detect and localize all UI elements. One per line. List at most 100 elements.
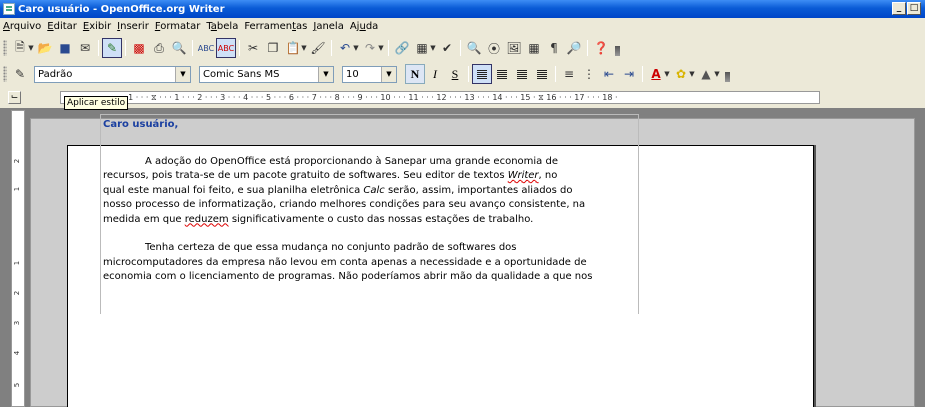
menu-inserir[interactable]: Inserir <box>117 21 154 32</box>
menu-ferramentas[interactable]: Ferramentas <box>244 21 312 32</box>
menu-editar[interactable]: Editar <box>47 21 82 32</box>
document-text[interactable]: Caro usuário, A adoção do OpenOffice est… <box>103 118 641 285</box>
align-right-icon <box>517 69 527 79</box>
toolbar-grip[interactable] <box>3 40 7 56</box>
menu-janela[interactable]: Janela <box>313 21 348 32</box>
copy-icon[interactable]: ❐ <box>263 38 283 58</box>
menu-label-pre: Ferramen <box>244 21 293 32</box>
menu-exibir[interactable]: Exibir <box>83 21 116 32</box>
print-preview-icon[interactable]: 🔍 <box>169 38 189 58</box>
chevron-down-icon[interactable]: ▼ <box>713 70 721 78</box>
italic-word: Calc <box>363 184 385 196</box>
gallery-icon[interactable]: 🖼 <box>504 38 524 58</box>
writer-app-icon[interactable] <box>3 3 15 15</box>
paragraph-style-select[interactable]: Padrão ▼ <box>34 65 191 83</box>
justify-button[interactable] <box>532 64 552 84</box>
formatting-marks-icon[interactable]: ¶ <box>544 38 564 58</box>
chevron-down-icon[interactable]: ▼ <box>688 70 696 78</box>
find-replace-icon[interactable]: 🔍 <box>464 38 484 58</box>
email-icon[interactable]: ✉ <box>75 38 95 58</box>
font-name-value: Comic Sans MS <box>203 68 280 80</box>
menu-label-post: da <box>365 21 379 32</box>
spellcheck-icon[interactable]: ABC <box>196 38 216 58</box>
save-icon[interactable]: ■ <box>55 38 75 58</box>
italic-button[interactable]: I <box>425 64 445 84</box>
align-center-button[interactable] <box>492 64 512 84</box>
menu-label-post: nserir <box>120 21 149 32</box>
window-title: Caro usuário - OpenOffice.org Writer <box>18 3 225 15</box>
window-controls: _ □ <box>892 2 921 15</box>
numbering-icon[interactable]: ≡ <box>559 64 579 84</box>
chevron-down-icon[interactable]: ▼ <box>352 44 360 52</box>
chevron-down-icon[interactable]: ▼ <box>318 66 333 82</box>
chevron-down-icon[interactable]: ▼ <box>27 44 35 52</box>
align-left-icon <box>477 69 487 79</box>
zoom-icon[interactable]: 🔎 <box>564 38 584 58</box>
misspelled-word[interactable]: reduzem <box>185 214 229 225</box>
horizontal-ruler[interactable]: · 1 · · · ⧖ · · · 1 · · · 2 · · · 3 · · … <box>60 91 820 104</box>
chevron-down-icon[interactable]: ▼ <box>377 44 385 52</box>
text-run: , no <box>538 170 558 181</box>
font-size-select[interactable]: 10 ▼ <box>342 65 397 83</box>
edit-mode-icon[interactable]: ✎ <box>102 38 122 58</box>
draw-functions-icon[interactable]: ✔ <box>437 38 457 58</box>
justify-icon <box>537 69 547 79</box>
help-icon[interactable]: ❓ <box>591 38 611 58</box>
misspelled-word[interactable]: Writer <box>508 170 539 181</box>
toolbar-separator <box>125 40 126 56</box>
maximize-button[interactable]: □ <box>907 2 921 15</box>
clone-formatting-icon[interactable]: 🖌 <box>308 38 328 58</box>
font-name-select[interactable]: Comic Sans MS ▼ <box>199 65 334 83</box>
vruler-number: 4 <box>13 350 22 356</box>
increase-indent-icon[interactable]: ⇥ <box>619 64 639 84</box>
toolbar-separator <box>642 66 643 82</box>
align-left-button[interactable] <box>472 64 492 84</box>
menu-label-post: as <box>296 21 308 32</box>
chevron-down-icon[interactable]: ▼ <box>381 66 396 82</box>
menu-arquivo[interactable]: Arquivo <box>3 21 46 32</box>
toolbar-separator <box>468 66 469 82</box>
menu-tabela[interactable]: Tabela <box>206 21 243 32</box>
bullets-icon[interactable]: ⋮ <box>579 64 599 84</box>
cut-icon[interactable]: ✂ <box>243 38 263 58</box>
text-run: recursos, pois trata-se de um pacote gra… <box>103 170 508 181</box>
toolbar-separator <box>460 40 461 56</box>
open-folder-icon[interactable]: 📂 <box>35 38 55 58</box>
vertical-ruler[interactable]: 2 1 1 2 3 4 5 <box>11 110 25 407</box>
paragraph-line: medida em que reduzem significativamente… <box>103 213 641 228</box>
menu-ajuda[interactable]: Ajuda <box>350 21 383 32</box>
print-icon[interactable]: ⎙ <box>149 38 169 58</box>
paragraph-line: recursos, pois trata-se de um pacote gra… <box>103 169 641 184</box>
export-pdf-icon[interactable]: ▩ <box>129 38 149 58</box>
menu-label-post: xibir <box>89 21 112 32</box>
navigator-icon[interactable]: ⦿ <box>484 38 504 58</box>
toolbar-overflow-icon[interactable] <box>615 46 620 56</box>
tab-stop-type-button[interactable]: ⌙ <box>8 91 21 104</box>
align-right-button[interactable] <box>512 64 532 84</box>
bold-button[interactable]: N <box>405 64 425 84</box>
chevron-down-icon[interactable]: ▼ <box>175 66 190 82</box>
autospellcheck-icon[interactable]: ABC <box>216 38 236 58</box>
standard-toolbar: 🗎 ▼ 📂 ■ ✉ ✎ ▩ ⎙ 🔍 ABC ABC ✂ ❐ 📋 ▼ 🖌 ↶ ▼ ↷ ▼ … <box>0 36 925 60</box>
menu-label-post: bela <box>216 21 239 32</box>
salutation: Caro usuário, <box>103 119 179 130</box>
chevron-down-icon[interactable]: ▼ <box>300 44 308 52</box>
styles-formatting-icon[interactable]: ✎ <box>10 64 30 84</box>
toolbar-overflow-icon[interactable] <box>725 72 730 82</box>
paragraph-line: A adoção do OpenOffice está proporcionan… <box>145 155 558 167</box>
vruler-number: 3 <box>13 320 22 326</box>
underline-button[interactable]: S <box>445 64 465 84</box>
title-bar: Caro usuário - OpenOffice.org Writer _ □ <box>0 0 925 18</box>
chevron-down-icon[interactable]: ▼ <box>429 44 437 52</box>
decrease-indent-icon[interactable]: ⇤ <box>599 64 619 84</box>
minimize-button[interactable]: _ <box>892 2 906 15</box>
data-sources-icon[interactable]: ▦ <box>524 38 544 58</box>
vruler-number: 2 <box>13 290 22 296</box>
paragraph-line: economia com o licenciamento de programa… <box>103 271 593 282</box>
toolbar-grip[interactable] <box>3 66 7 82</box>
chevron-down-icon[interactable]: ▼ <box>663 70 671 78</box>
hyperlink-icon[interactable]: 🔗 <box>392 38 412 58</box>
toolbar-separator <box>331 40 332 56</box>
menu-formatar[interactable]: Formatar <box>155 21 206 32</box>
toolbar-separator <box>555 66 556 82</box>
